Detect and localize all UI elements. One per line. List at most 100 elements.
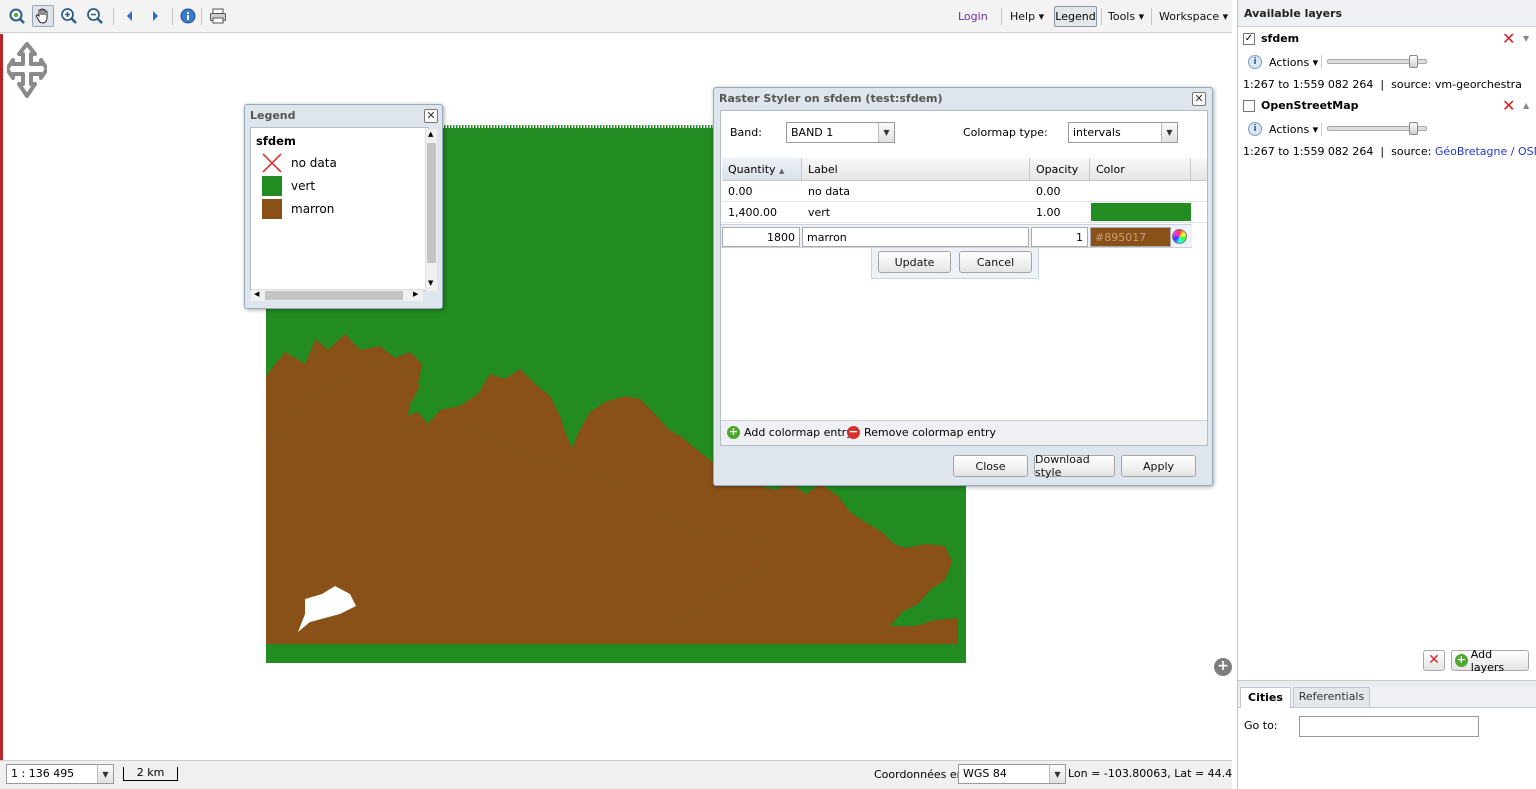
expand-overview-icon[interactable]: + [1214, 658, 1232, 676]
legend-swatch [262, 199, 282, 219]
pan-hand-icon[interactable] [32, 5, 54, 27]
layer-visibility-checkbox[interactable]: ✓ [1243, 33, 1255, 45]
layer-visibility-checkbox[interactable] [1243, 100, 1255, 112]
close-button[interactable]: Close [953, 455, 1028, 477]
layer-info: 1:267 to 1:559 082 264 | source: vm-geor… [1243, 78, 1522, 91]
history-back-icon[interactable] [119, 5, 141, 27]
scrollbar-thumb[interactable] [265, 291, 403, 300]
remove-layer-icon[interactable]: ✕ [1502, 29, 1515, 48]
cancel-button[interactable]: Cancel [959, 251, 1032, 273]
tab-referentials[interactable]: Referentials [1293, 687, 1370, 707]
crs-select[interactable]: WGS 84 ▼ [958, 764, 1066, 784]
tools-menu[interactable]: Tools ▾ [1108, 10, 1144, 23]
column-header-color[interactable]: Color [1090, 158, 1191, 180]
table-row[interactable]: 1,400.00 vert 1.00 [722, 202, 1207, 223]
legend-toggle-button[interactable]: Legend [1054, 6, 1097, 27]
zoom-out-icon[interactable] [84, 5, 106, 27]
info-icon[interactable] [177, 5, 199, 27]
workspace-menu[interactable]: Workspace ▾ [1159, 10, 1228, 23]
zoom-in-icon[interactable] [58, 5, 80, 27]
layer-actions-menu[interactable]: Actions ▾ [1269, 56, 1318, 69]
collapse-up-icon[interactable]: ▲ [1523, 101, 1529, 110]
color-picker-icon[interactable] [1172, 229, 1187, 244]
colormap-type-value: intervals [1073, 126, 1121, 139]
source-label: source: [1391, 78, 1432, 91]
chevron-down-icon[interactable]: ▼ [1049, 765, 1065, 783]
legend-entry: no data [262, 153, 337, 173]
add-layers-label: Add layers [1470, 647, 1505, 674]
legend-horizontal-scrollbar[interactable]: ◀ ▶ [251, 289, 423, 301]
close-icon[interactable]: ✕ [1192, 92, 1206, 106]
scale-select[interactable]: 1 : 136 495 ▼ [6, 764, 114, 784]
apply-button[interactable]: Apply [1121, 455, 1196, 477]
search-tabs: Cities Referentials [1238, 686, 1536, 708]
layer-manager-panel: Available layers ✓ sfdem ✕ ▼ i Actions ▾… [1237, 0, 1536, 789]
opacity-edit-input[interactable]: 1 [1031, 227, 1088, 247]
styler-title: Raster Styler on sfdem (test:sfdem) [719, 92, 943, 105]
slider-thumb[interactable] [1409, 55, 1418, 68]
legend-vertical-scrollbar[interactable]: ▲ ▼ [425, 129, 437, 291]
scroll-up-icon[interactable]: ▲ [428, 130, 433, 138]
info-icon[interactable]: i [1248, 55, 1262, 69]
source-label: source: [1391, 145, 1432, 158]
help-menu[interactable]: Help ▾ [1010, 10, 1044, 23]
remove-colormap-entry-button[interactable]: − Remove colormap entry [847, 426, 996, 439]
add-icon: + [727, 425, 740, 439]
collapse-down-icon[interactable]: ▼ [1523, 34, 1529, 43]
workspace-label: Workspace [1159, 10, 1220, 23]
legend-layer-name: sfdem [256, 134, 296, 148]
print-icon[interactable] [207, 5, 229, 27]
legend-entry-label: vert [291, 179, 316, 193]
zoom-extent-icon[interactable] [6, 5, 28, 27]
add-layers-button[interactable]: + Add layers [1451, 647, 1529, 674]
update-button[interactable]: Update [878, 251, 951, 273]
column-header-label[interactable]: Label [802, 158, 1030, 180]
scale-bar-label: 2 km [136, 766, 165, 779]
mouse-position: Lon = -103.80063, Lat = 44.47370 [1068, 767, 1232, 780]
editor-buttons: Update Cancel [871, 248, 1039, 279]
scrollbar-thumb[interactable] [427, 143, 436, 263]
quantity-edit-input[interactable]: 1800 [722, 227, 800, 247]
band-value: BAND 1 [791, 126, 834, 139]
column-header-opacity[interactable]: Opacity [1030, 158, 1090, 180]
history-forward-icon[interactable] [144, 5, 166, 27]
colormap-type-select[interactable]: intervals ▼ [1068, 122, 1178, 143]
colormap-type-label: Colormap type: [963, 126, 1048, 139]
layer-item-sfdem: ✓ sfdem ✕ ▼ i Actions ▾ 1:267 to 1:559 0… [1238, 28, 1536, 95]
opacity-slider[interactable] [1327, 55, 1427, 68]
column-header-quantity[interactable]: Quantity ▲ [722, 158, 802, 180]
login-link[interactable]: Login [958, 10, 988, 23]
remove-entry-label: Remove colormap entry [864, 426, 997, 439]
label-edit-input[interactable]: marron [802, 227, 1029, 247]
slider-thumb[interactable] [1409, 122, 1418, 135]
layer-name: sfdem [1261, 32, 1300, 45]
opacity-slider[interactable] [1327, 122, 1427, 135]
pan-zoom-navigator-icon[interactable] [5, 42, 49, 101]
add-entry-label: Add colormap entry [744, 426, 853, 439]
close-icon[interactable]: ✕ [424, 109, 438, 123]
download-style-button[interactable]: Download style [1034, 453, 1115, 479]
sort-asc-icon: ▲ [779, 167, 785, 175]
layer-actions-menu[interactable]: Actions ▾ [1269, 123, 1318, 136]
tab-cities[interactable]: Cities [1240, 687, 1291, 708]
remove-layers-button[interactable]: ✕ [1423, 650, 1445, 671]
chevron-down-icon[interactable]: ▼ [878, 123, 894, 142]
styler-body: Band: BAND 1 ▼ Colormap type: intervals … [720, 110, 1208, 446]
raster-styler-window: Raster Styler on sfdem (test:sfdem) ✕ Ba… [713, 87, 1213, 486]
add-colormap-entry-button[interactable]: + Add colormap entry [727, 426, 853, 439]
color-edit-input[interactable]: #895017 [1090, 227, 1171, 247]
scroll-down-icon[interactable]: ▼ [428, 279, 433, 287]
goto-input[interactable] [1299, 716, 1479, 737]
column-label: Opacity [1036, 163, 1079, 176]
chevron-down-icon[interactable]: ▼ [1161, 123, 1177, 142]
source-link[interactable]: GéoBretagne / OSM [1435, 145, 1536, 158]
chevron-down-icon[interactable]: ▼ [97, 765, 113, 783]
scroll-left-icon[interactable]: ◀ [254, 290, 259, 298]
info-icon[interactable]: i [1248, 122, 1262, 136]
scroll-right-icon[interactable]: ▶ [413, 290, 418, 298]
remove-layer-icon[interactable]: ✕ [1502, 96, 1515, 115]
band-select[interactable]: BAND 1 ▼ [786, 122, 895, 143]
scale-value: 1 : 136 495 [11, 767, 75, 780]
table-row[interactable]: 0.00 no data 0.00 [722, 181, 1207, 202]
label-cell: vert [808, 206, 831, 219]
